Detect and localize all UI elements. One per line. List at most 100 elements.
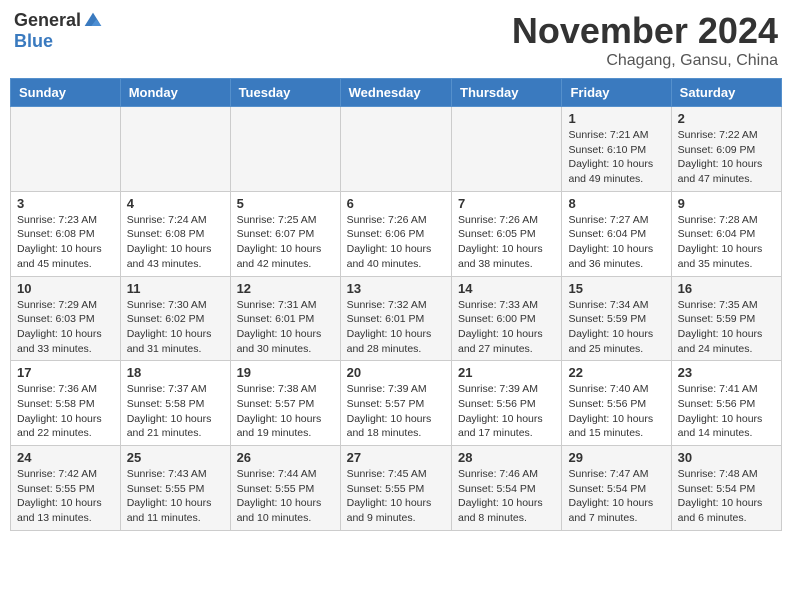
day-number: 7 (458, 196, 555, 211)
day-info: Sunrise: 7:25 AM Sunset: 6:07 PM Dayligh… (237, 213, 334, 272)
weekday-header-tuesday: Tuesday (230, 79, 340, 107)
day-number: 11 (127, 281, 224, 296)
weekday-header-thursday: Thursday (452, 79, 562, 107)
day-info: Sunrise: 7:37 AM Sunset: 5:58 PM Dayligh… (127, 382, 224, 441)
day-number: 22 (568, 365, 664, 380)
day-number: 1 (568, 111, 664, 126)
day-info: Sunrise: 7:44 AM Sunset: 5:55 PM Dayligh… (237, 467, 334, 526)
calendar-cell: 23Sunrise: 7:41 AM Sunset: 5:56 PM Dayli… (671, 361, 781, 446)
day-number: 30 (678, 450, 775, 465)
calendar-cell: 5 Sunrise: 7:25 AM Sunset: 6:07 PM Daylig… (230, 191, 340, 276)
calendar-cell: 18 Sunrise: 7:37 AM Sunset: 5:58 PM Dayli… (120, 361, 230, 446)
calendar-cell: 16 Sunrise: 7:35 AM Sunset: 5:59 PM Dayli… (671, 276, 781, 361)
day-info: Sunrise: 7:48 AM Sunset: 5:54 PM Dayligh… (678, 467, 775, 526)
day-number: 26 (237, 450, 334, 465)
day-number: 18 (127, 365, 224, 380)
day-number: 6 (347, 196, 445, 211)
day-number: 13 (347, 281, 445, 296)
calendar-cell: 9 Sunrise: 7:28 AM Sunset: 6:04 PM Daylig… (671, 191, 781, 276)
title-section: November 2024 Chagang, Gansu, China (512, 10, 778, 70)
month-title: November 2024 (512, 10, 778, 52)
day-number: 23 (678, 365, 775, 380)
day-number: 16 (678, 281, 775, 296)
calendar-cell (452, 107, 562, 192)
calendar-cell: 2Sunrise: 7:22 AM Sunset: 6:09 PM Daylig… (671, 107, 781, 192)
day-info: Sunrise: 7:45 AM Sunset: 5:55 PM Dayligh… (347, 467, 445, 526)
calendar-cell: 3 Sunrise: 7:23 AM Sunset: 6:08 PM Daylig… (11, 191, 121, 276)
calendar-week-4: 17 Sunrise: 7:36 AM Sunset: 5:58 PM Dayli… (11, 361, 782, 446)
calendar-cell: 8 Sunrise: 7:27 AM Sunset: 6:04 PM Daylig… (562, 191, 671, 276)
day-info: Sunrise: 7:34 AM Sunset: 5:59 PM Dayligh… (568, 298, 664, 357)
day-info: Sunrise: 7:33 AM Sunset: 6:00 PM Dayligh… (458, 298, 555, 357)
calendar-cell (11, 107, 121, 192)
day-number: 27 (347, 450, 445, 465)
calendar-cell: 15 Sunrise: 7:34 AM Sunset: 5:59 PM Dayli… (562, 276, 671, 361)
calendar-cell: 27 Sunrise: 7:45 AM Sunset: 5:55 PM Dayli… (340, 446, 451, 531)
day-number: 29 (568, 450, 664, 465)
weekday-header-wednesday: Wednesday (340, 79, 451, 107)
day-number: 21 (458, 365, 555, 380)
day-number: 24 (17, 450, 114, 465)
calendar-cell: 7 Sunrise: 7:26 AM Sunset: 6:05 PM Daylig… (452, 191, 562, 276)
day-info: Sunrise: 7:26 AM Sunset: 6:06 PM Dayligh… (347, 213, 445, 272)
day-number: 5 (237, 196, 334, 211)
day-info: Sunrise: 7:42 AM Sunset: 5:55 PM Dayligh… (17, 467, 114, 526)
day-number: 3 (17, 196, 114, 211)
day-info: Sunrise: 7:27 AM Sunset: 6:04 PM Dayligh… (568, 213, 664, 272)
calendar-cell (230, 107, 340, 192)
calendar-cell: 4Sunrise: 7:24 AM Sunset: 6:08 PM Daylig… (120, 191, 230, 276)
day-number: 12 (237, 281, 334, 296)
calendar-cell (340, 107, 451, 192)
day-number: 25 (127, 450, 224, 465)
weekday-header-saturday: Saturday (671, 79, 781, 107)
calendar-cell: 30 Sunrise: 7:48 AM Sunset: 5:54 PM Dayli… (671, 446, 781, 531)
day-number: 9 (678, 196, 775, 211)
day-info: Sunrise: 7:35 AM Sunset: 5:59 PM Dayligh… (678, 298, 775, 357)
day-info: Sunrise: 7:30 AM Sunset: 6:02 PM Dayligh… (127, 298, 224, 357)
calendar-cell (120, 107, 230, 192)
day-number: 14 (458, 281, 555, 296)
day-number: 19 (237, 365, 334, 380)
day-info: Sunrise: 7:47 AM Sunset: 5:54 PM Dayligh… (568, 467, 664, 526)
calendar-cell: 25 Sunrise: 7:43 AM Sunset: 5:55 PM Dayli… (120, 446, 230, 531)
logo-blue-text: Blue (14, 31, 53, 52)
day-number: 20 (347, 365, 445, 380)
calendar-cell: 11 Sunrise: 7:30 AM Sunset: 6:02 PM Dayli… (120, 276, 230, 361)
logo-icon (83, 11, 103, 31)
day-info: Sunrise: 7:32 AM Sunset: 6:01 PM Dayligh… (347, 298, 445, 357)
calendar-cell: 6 Sunrise: 7:26 AM Sunset: 6:06 PM Daylig… (340, 191, 451, 276)
calendar-week-5: 24 Sunrise: 7:42 AM Sunset: 5:55 PM Dayli… (11, 446, 782, 531)
calendar-cell: 26 Sunrise: 7:44 AM Sunset: 5:55 PM Dayli… (230, 446, 340, 531)
day-number: 4 (127, 196, 224, 211)
weekday-header-monday: Monday (120, 79, 230, 107)
calendar-cell: 10Sunrise: 7:29 AM Sunset: 6:03 PM Dayli… (11, 276, 121, 361)
calendar-cell: 29 Sunrise: 7:47 AM Sunset: 5:54 PM Dayli… (562, 446, 671, 531)
day-info: Sunrise: 7:36 AM Sunset: 5:58 PM Dayligh… (17, 382, 114, 441)
calendar-cell: 24 Sunrise: 7:42 AM Sunset: 5:55 PM Dayli… (11, 446, 121, 531)
calendar-table: SundayMondayTuesdayWednesdayThursdayFrid… (10, 78, 782, 531)
day-info: Sunrise: 7:38 AM Sunset: 5:57 PM Dayligh… (237, 382, 334, 441)
day-info: Sunrise: 7:21 AM Sunset: 6:10 PM Dayligh… (568, 128, 664, 187)
day-number: 28 (458, 450, 555, 465)
day-number: 8 (568, 196, 664, 211)
location-text: Chagang, Gansu, China (512, 52, 778, 70)
calendar-week-3: 10Sunrise: 7:29 AM Sunset: 6:03 PM Dayli… (11, 276, 782, 361)
calendar-cell: 14 Sunrise: 7:33 AM Sunset: 6:00 PM Dayli… (452, 276, 562, 361)
weekday-header-row: SundayMondayTuesdayWednesdayThursdayFrid… (11, 79, 782, 107)
calendar-cell: 21Sunrise: 7:39 AM Sunset: 5:56 PM Dayli… (452, 361, 562, 446)
logo: General Blue (14, 10, 103, 52)
day-info: Sunrise: 7:28 AM Sunset: 6:04 PM Dayligh… (678, 213, 775, 272)
day-number: 10 (17, 281, 114, 296)
calendar-cell: 19 Sunrise: 7:38 AM Sunset: 5:57 PM Dayli… (230, 361, 340, 446)
day-info: Sunrise: 7:46 AM Sunset: 5:54 PM Dayligh… (458, 467, 555, 526)
day-info: Sunrise: 7:26 AM Sunset: 6:05 PM Dayligh… (458, 213, 555, 272)
day-number: 15 (568, 281, 664, 296)
day-info: Sunrise: 7:40 AM Sunset: 5:56 PM Dayligh… (568, 382, 664, 441)
page-header: General Blue November 2024 Chagang, Gans… (10, 10, 782, 70)
calendar-cell: 17 Sunrise: 7:36 AM Sunset: 5:58 PM Dayli… (11, 361, 121, 446)
day-info: Sunrise: 7:43 AM Sunset: 5:55 PM Dayligh… (127, 467, 224, 526)
calendar-cell: 20Sunrise: 7:39 AM Sunset: 5:57 PM Dayli… (340, 361, 451, 446)
calendar-cell: 13 Sunrise: 7:32 AM Sunset: 6:01 PM Dayli… (340, 276, 451, 361)
day-number: 17 (17, 365, 114, 380)
day-info: Sunrise: 7:23 AM Sunset: 6:08 PM Dayligh… (17, 213, 114, 272)
